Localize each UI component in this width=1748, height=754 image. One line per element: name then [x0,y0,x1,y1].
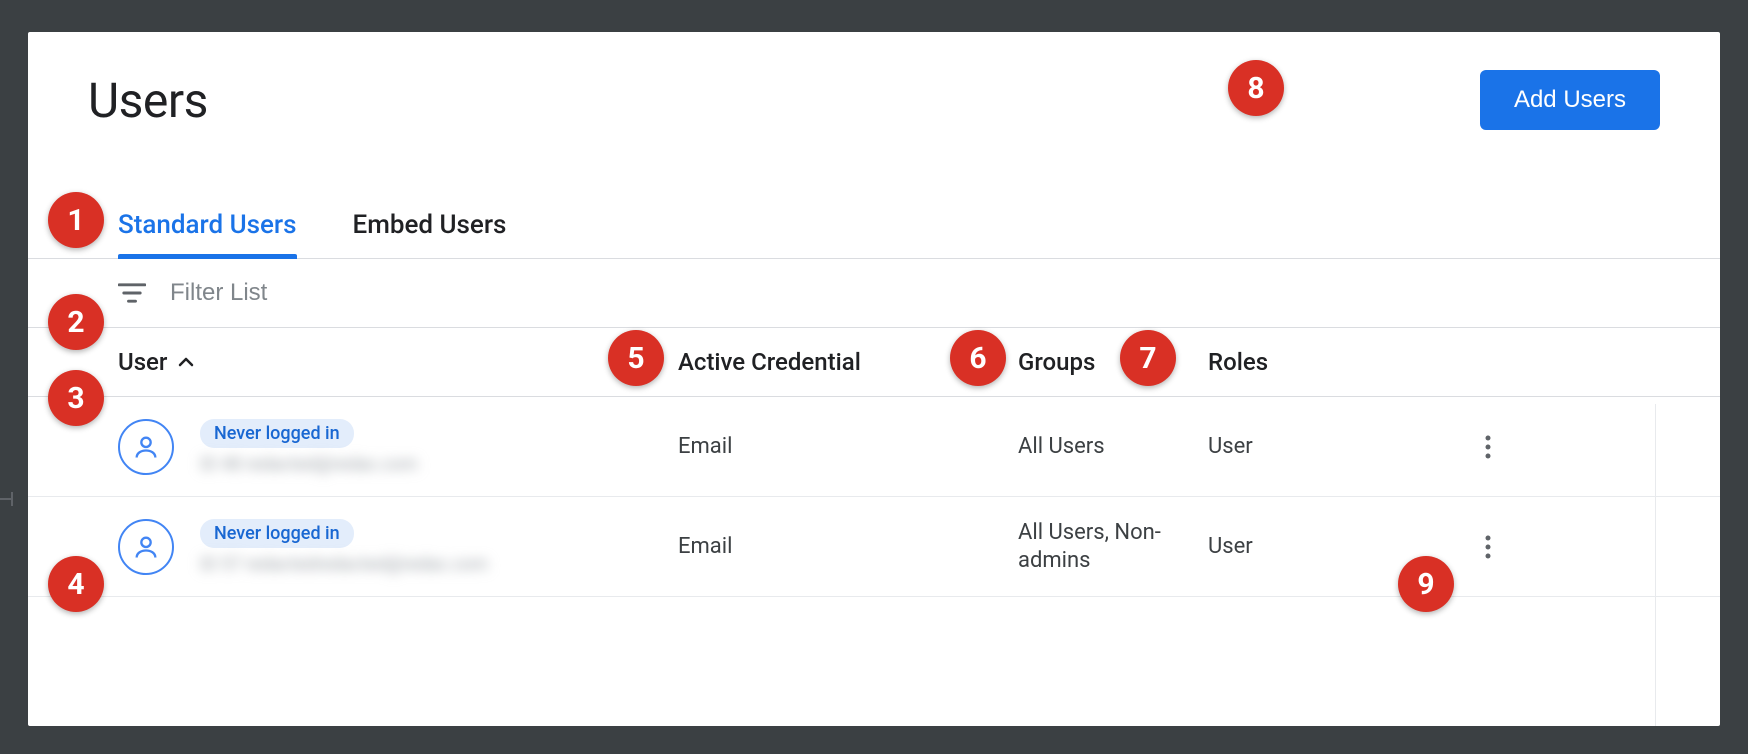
page-title: Users [88,72,208,129]
groups-cell: All Users, Non-admins [1018,519,1188,574]
row-actions-button[interactable] [1468,527,1508,567]
tab-standard-users[interactable]: Standard Users [118,210,297,258]
credential-cell: Email [678,434,1018,459]
annotation-1: 1 [48,192,104,248]
avatar [118,519,174,575]
filter-icon [118,281,146,305]
column-header-user[interactable]: User [118,348,678,376]
annotation-9: 9 [1398,556,1454,612]
annotation-7: 7 [1120,330,1176,386]
sort-ascending-icon [177,353,195,371]
user-meta: Never logged in ID 57 redactedredacted@r… [200,519,488,575]
app-frame: Users Add Users Standard Users Embed Use… [0,0,1748,754]
tab-embed-users[interactable]: Embed Users [353,210,507,258]
tabs: Standard Users Embed Users [28,150,1720,259]
user-detail-redacted: ID 57 redactedredacted@redac.com [200,554,488,575]
filter-input[interactable] [170,279,470,307]
table-row[interactable]: Never logged in ID 57 redactedredacted@r… [28,497,1720,597]
kebab-icon [1484,534,1492,560]
annotation-3: 3 [48,370,104,426]
annotation-6: 6 [950,330,1006,386]
cut-mark-icon [0,492,18,506]
avatar [118,419,174,475]
annotation-4: 4 [48,556,104,612]
annotation-2: 2 [48,294,104,350]
kebab-icon [1484,434,1492,460]
annotation-8: 8 [1228,60,1284,116]
filter-bar [28,259,1720,328]
column-header-groups[interactable]: Groups [1018,348,1208,376]
roles-cell: User [1208,434,1468,459]
status-badge: Never logged in [200,519,354,548]
add-users-button[interactable]: Add Users [1480,70,1660,130]
table-row[interactable]: Never logged in ID 48 redacted@redac.com… [28,397,1720,497]
credential-cell: Email [678,534,1018,559]
table-header: User Active Credential Groups Roles [28,328,1720,397]
annotation-5: 5 [608,330,664,386]
user-meta: Never logged in ID 48 redacted@redac.com [200,419,418,475]
status-badge: Never logged in [200,419,354,448]
divider-vertical [1655,404,1656,726]
users-panel: Users Add Users Standard Users Embed Use… [28,32,1720,726]
person-icon [132,433,160,461]
person-icon [132,533,160,561]
column-header-roles[interactable]: Roles [1208,348,1468,376]
column-label-user: User [118,348,167,376]
groups-cell: All Users [1018,433,1188,461]
row-actions-button[interactable] [1468,427,1508,467]
user-cell: Never logged in ID 48 redacted@redac.com [118,419,678,475]
user-detail-redacted: ID 48 redacted@redac.com [200,454,418,475]
user-cell: Never logged in ID 57 redactedredacted@r… [118,519,678,575]
page-header: Users Add Users [28,32,1720,150]
